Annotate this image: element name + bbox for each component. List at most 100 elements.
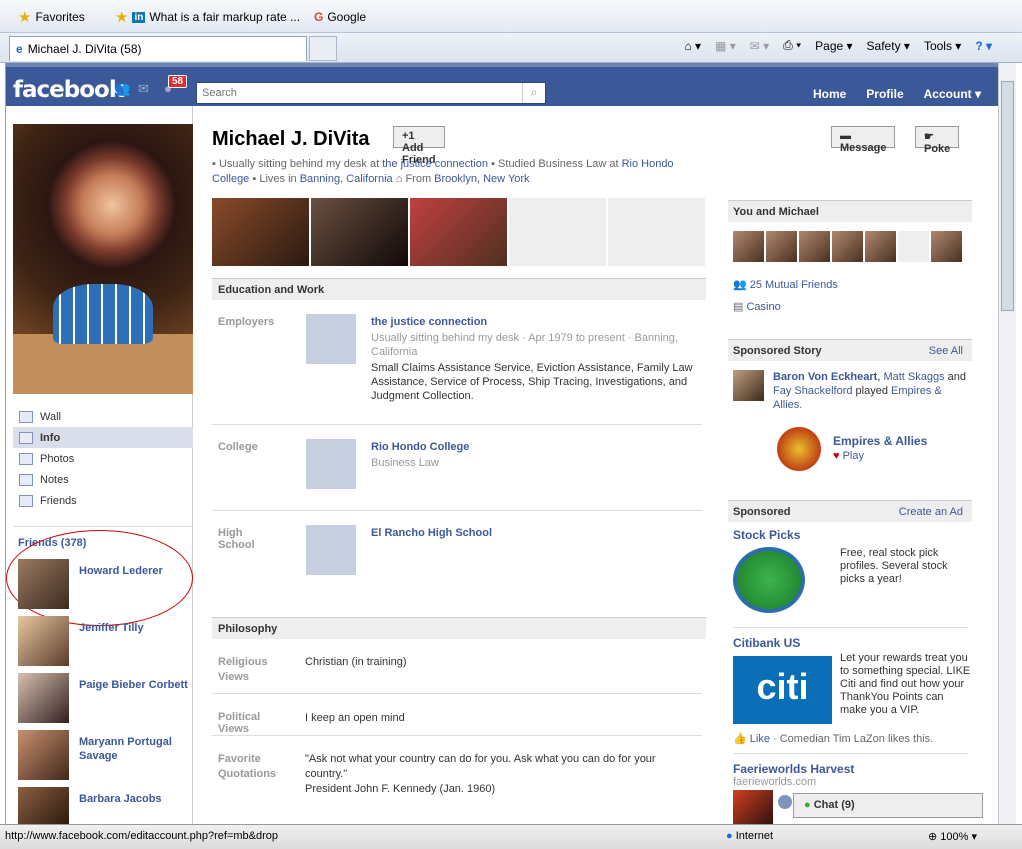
nav-photos[interactable]: Photos <box>13 448 193 469</box>
religious-value: Christian (in training) <box>305 656 407 668</box>
friend-photo <box>18 787 69 824</box>
graduation-cap-icon[interactable] <box>306 439 356 489</box>
notes-icon <box>19 473 33 486</box>
employer-name[interactable]: the justice connection <box>371 316 487 328</box>
fav-link-markup[interactable]: ★ in What is a fair markup rate ... <box>115 7 300 27</box>
browser-tab[interactable]: e Michael J. DiVita (58) <box>9 36 307 61</box>
nav-info[interactable]: Info <box>13 427 193 448</box>
home-icon[interactable]: ⌂ ▾ <box>684 39 701 53</box>
ad-citibank-title[interactable]: Citibank US <box>733 636 800 650</box>
employer-entry: the justice connection Usually sitting b… <box>371 315 701 403</box>
mutual-friend-photo[interactable] <box>799 231 830 262</box>
graduation-cap-icon[interactable] <box>306 525 356 575</box>
mutual-friend-photo[interactable] <box>931 231 962 262</box>
add-friend-button[interactable]: +1 Add Friend <box>393 126 445 166</box>
poke-button[interactable]: ☛ Poke <box>915 126 960 155</box>
add-favorite-icon: ★ <box>115 9 129 26</box>
play-link[interactable]: Play <box>843 450 864 462</box>
profile-picture[interactable] <box>13 124 193 394</box>
facebook-logo[interactable]: facebook <box>13 77 124 103</box>
create-ad-link[interactable]: Create an Ad <box>899 506 963 518</box>
globe-icon: ● <box>726 830 733 842</box>
mutual-friends-link[interactable]: 👥 25 Mutual Friends <box>733 278 838 291</box>
safety-menu[interactable]: Safety ▾ <box>867 39 910 53</box>
story-photo[interactable] <box>733 370 764 401</box>
friend-item[interactable]: Maryann Portugal Savage <box>18 730 188 780</box>
command-bar: ⌂ ▾ ▦ ▾ ✉ ▾ ⎙ ▾ Page ▾ Safety ▾ Tools ▾ … <box>684 38 992 53</box>
vertical-scrollbar[interactable] <box>998 63 1016 824</box>
employer-icon[interactable] <box>306 314 356 364</box>
nav-wall[interactable]: Wall <box>13 406 193 427</box>
mutual-friend-photo[interactable] <box>733 231 764 262</box>
empires-allies-logo[interactable] <box>773 424 825 474</box>
citi-logo[interactable]: citi <box>733 656 832 724</box>
mutual-friend-photo[interactable] <box>898 231 929 262</box>
wall-icon <box>19 410 33 423</box>
nav-profile[interactable]: Profile <box>866 87 903 101</box>
see-all-link[interactable]: See All <box>929 345 963 357</box>
hometown-link[interactable]: Brooklyn, New York <box>434 173 529 185</box>
divider <box>212 735 702 736</box>
high-school-entry: El Rancho High School <box>371 526 701 540</box>
help-icon[interactable]: ? ▾ <box>975 39 992 53</box>
divider <box>212 424 702 425</box>
messages-icon[interactable]: ✉ <box>138 81 154 96</box>
friend-item[interactable]: Barbara Jacobs <box>18 787 188 824</box>
stock-picks-logo[interactable] <box>733 547 805 613</box>
divider <box>212 693 702 694</box>
friend-requests-icon[interactable]: 👥 <box>114 81 130 96</box>
current-city-link[interactable]: Banning, California <box>300 173 393 185</box>
search-icon[interactable]: ⌕ <box>522 83 545 103</box>
you-and-heading: You and Michael <box>728 200 972 222</box>
divider <box>212 510 702 511</box>
chat-bar[interactable]: ● Chat (9) <box>793 793 983 818</box>
feeds-icon[interactable]: ▦ ▾ <box>715 39 736 53</box>
mail-icon[interactable]: ✉ ▾ <box>750 39 769 53</box>
nav-account[interactable]: Account ▾ <box>924 87 981 101</box>
nav-home[interactable]: Home <box>813 87 846 101</box>
friend-photo <box>18 559 69 609</box>
scrollbar-thumb[interactable] <box>1001 81 1014 311</box>
mutual-friend-photo[interactable] <box>865 231 896 262</box>
quotations-label: Favorite Quotations <box>218 753 277 780</box>
notification-badge: 58 <box>168 75 188 88</box>
like-link[interactable]: Like <box>750 733 770 745</box>
friend-item[interactable]: Howard Lederer <box>18 559 188 609</box>
friend-item[interactable]: Jeniffer Tilly <box>18 616 188 666</box>
photo-strip <box>212 198 705 266</box>
quotations-value: "Ask not what your country can do for yo… <box>305 753 656 795</box>
photo-thumbnail[interactable] <box>311 198 408 266</box>
top-nav: Home Profile Account ▾ <box>813 87 981 101</box>
profile-name: Michael J. DiVita <box>212 128 370 150</box>
high-school-name[interactable]: El Rancho High School <box>371 527 492 539</box>
film-icon: ▤ <box>733 301 744 313</box>
college-label: College <box>218 441 258 453</box>
new-tab-button[interactable] <box>309 36 337 61</box>
nav-notes[interactable]: Notes <box>13 469 193 490</box>
faerieworlds-image[interactable] <box>733 790 773 824</box>
nav-friends[interactable]: Friends <box>13 490 193 511</box>
globe-icon[interactable] <box>778 795 792 809</box>
casino-link[interactable]: ▤ Casino <box>733 300 781 313</box>
college-name[interactable]: Rio Hondo College <box>371 441 469 453</box>
left-column: Wall Info Photos Notes Friends Friends (… <box>6 106 193 824</box>
friend-item[interactable]: Paige Bieber Corbett <box>18 673 188 723</box>
mutual-friend-photo[interactable] <box>766 231 797 262</box>
message-button[interactable]: ▬ Message <box>831 126 896 154</box>
page-menu[interactable]: Page ▾ <box>815 39 852 53</box>
print-icon[interactable]: ⎙ ▾ <box>783 38 801 53</box>
fav-link-google[interactable]: G Google <box>314 7 366 27</box>
ad-faerieworlds-title[interactable]: Faerieworlds Harvest <box>733 762 854 776</box>
mutual-friend-photo[interactable] <box>832 231 863 262</box>
photo-thumbnail[interactable] <box>212 198 309 266</box>
game-title[interactable]: Empires & Allies <box>833 434 927 448</box>
photo-thumbnail[interactable] <box>410 198 507 266</box>
zoom-control[interactable]: ⊕ 100% ▾ <box>928 830 977 843</box>
education-work-heading: Education and Work <box>212 278 706 300</box>
employer-link[interactable]: the justice connection <box>382 158 488 170</box>
tools-menu[interactable]: Tools ▾ <box>924 39 961 53</box>
favorites-button[interactable]: ★ Favorites <box>18 7 85 27</box>
search-input[interactable] <box>196 82 546 104</box>
photos-icon <box>19 452 33 465</box>
ad-stock-picks-title[interactable]: Stock Picks <box>733 528 800 542</box>
